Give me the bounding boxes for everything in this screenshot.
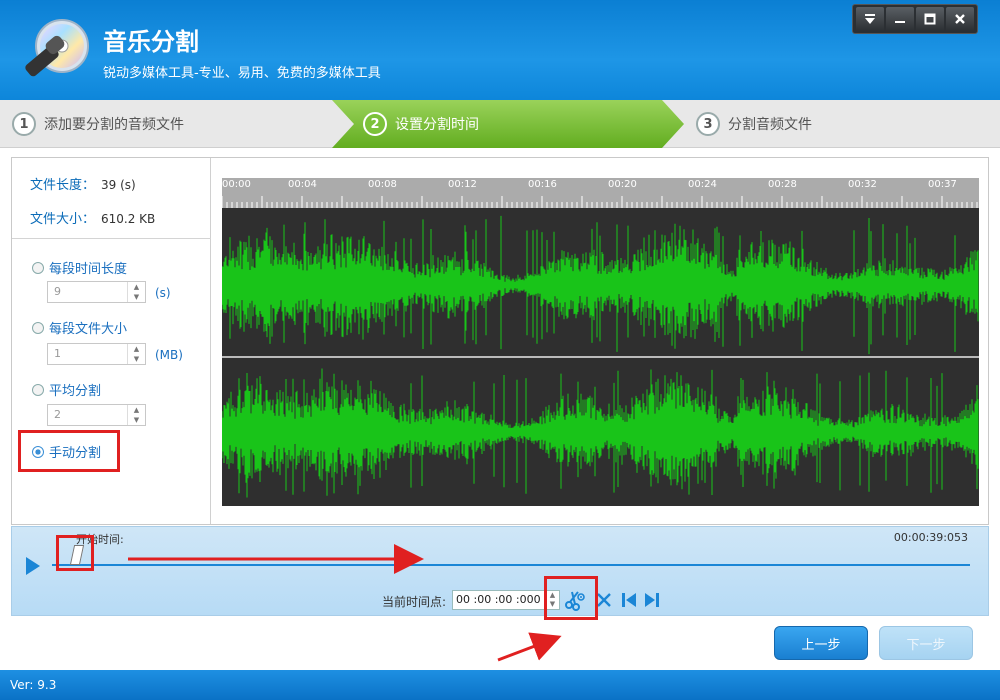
version-label: Ver: 9.3: [10, 678, 57, 692]
previous-step-button[interactable]: 上一步: [774, 626, 868, 660]
status-bar: Ver: 9.3: [0, 670, 1000, 700]
annotation-arrows: [128, 544, 562, 662]
annotation-arrow: [497, 632, 562, 662]
next-step-button[interactable]: 下一步: [879, 626, 973, 660]
